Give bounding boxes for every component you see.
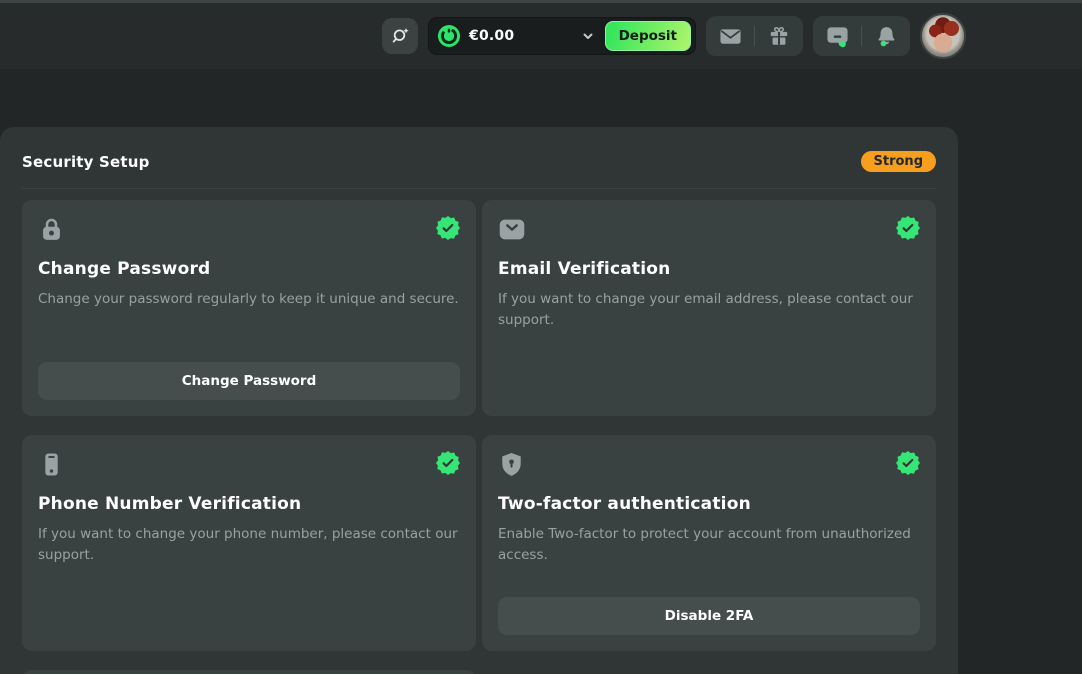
group-divider: [861, 26, 862, 46]
mail-gift-group: [706, 16, 803, 56]
balance-amount: €0.00: [469, 28, 514, 44]
chat-notifications-group: [813, 16, 910, 56]
card-title: Change Password: [38, 259, 460, 279]
mail-icon[interactable]: [718, 24, 742, 48]
phone-verification-card: Phone Number Verification If you want to…: [22, 435, 476, 651]
header-divider: [22, 188, 936, 189]
phone-icon: [38, 451, 65, 478]
card-top-row: [498, 451, 920, 478]
security-cards-grid: Change Password Change your password reg…: [22, 200, 936, 674]
main-content: Security Setup Strong: [0, 127, 1082, 674]
card-top-row: [498, 216, 920, 243]
envelope-icon: [498, 216, 526, 243]
search-button[interactable]: [382, 18, 418, 54]
deposit-button[interactable]: Deposit: [605, 21, 691, 51]
verified-badge-icon: [896, 451, 920, 475]
page-title: Security Setup: [22, 153, 150, 171]
card-top-row: [38, 216, 460, 243]
next-card-partial: [22, 670, 476, 674]
chat-icon[interactable]: [825, 24, 849, 48]
security-setup-panel: Security Setup Strong: [0, 127, 958, 674]
shield-keyhole-icon: [498, 451, 525, 478]
panel-header: Security Setup Strong: [22, 151, 936, 172]
verified-badge-icon: [436, 216, 460, 240]
verified-badge-icon: [436, 451, 460, 475]
email-verification-card: Email Verification If you want to change…: [482, 200, 936, 416]
card-title: Email Verification: [498, 259, 920, 279]
card-description: If you want to change your phone number,…: [38, 524, 460, 566]
group-divider: [754, 26, 755, 46]
card-description: Enable Two-factor to protect your accoun…: [498, 524, 920, 566]
gift-icon[interactable]: [767, 24, 791, 48]
top-navbar: €0.00 Deposit: [0, 3, 1082, 69]
two-factor-card: Two-factor authentication Enable Two-fac…: [482, 435, 936, 651]
card-top-row: [38, 451, 460, 478]
change-password-card: Change Password Change your password reg…: [22, 200, 476, 416]
search-sparkle-icon: [390, 26, 410, 46]
wallet-balance-selector[interactable]: €0.00 Deposit: [428, 17, 696, 55]
user-avatar[interactable]: [920, 13, 966, 59]
lock-icon: [38, 216, 65, 243]
card-description: If you want to change your email address…: [498, 289, 920, 331]
coin-icon: [437, 24, 461, 48]
disable-2fa-button[interactable]: Disable 2FA: [498, 597, 920, 635]
chevron-down-icon[interactable]: [581, 29, 595, 43]
change-password-button[interactable]: Change Password: [38, 362, 460, 400]
card-title: Phone Number Verification: [38, 494, 460, 514]
card-description: Change your password regularly to keep i…: [38, 289, 460, 310]
card-title: Two-factor authentication: [498, 494, 920, 514]
bell-icon[interactable]: [874, 24, 898, 48]
password-strength-badge: Strong: [861, 151, 936, 172]
verified-badge-icon: [896, 216, 920, 240]
